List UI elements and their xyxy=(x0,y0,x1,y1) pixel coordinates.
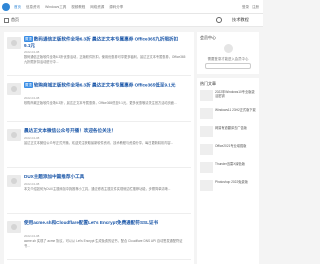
tech-tutorial-menu[interactable]: 技术教程 xyxy=(232,17,249,23)
hot-article-item[interactable]: Photoshop 2022免费版 xyxy=(200,180,256,194)
nav-item-home[interactable]: 首页 xyxy=(14,5,21,10)
nav-item-windows-tools[interactable]: Windows工具 xyxy=(45,5,66,10)
hot-article-item[interactable]: Office2021专业增强版 xyxy=(200,144,256,158)
panel-title: 会员中心 xyxy=(200,35,216,40)
login-panel: 会员中心 需要登录才能进入会员中心 xyxy=(197,32,259,74)
login-button[interactable] xyxy=(205,63,251,69)
hot-article-thumbnail[interactable] xyxy=(200,126,213,137)
article-thumbnail[interactable] xyxy=(7,221,21,233)
home-link[interactable]: 首页 xyxy=(11,17,19,23)
article-title[interactable]: 使用acme.sh和Cloudflare配置Let's Encrypt免费通配符… xyxy=(24,220,184,226)
sticky-tag: 置顶 xyxy=(24,36,33,43)
article-item[interactable]: DUX主题添加中篇推荐小工具 2022-04-08 本文介绍如何为DUX主题添加… xyxy=(7,172,191,214)
user-links: 登录 注册 xyxy=(242,0,259,14)
article-thumbnail[interactable] xyxy=(7,129,21,141)
article-date: 2022-04-08 xyxy=(24,234,40,238)
nav-item-news[interactable]: 信息资讯 xyxy=(26,5,40,10)
hot-article-title[interactable]: 2022年Windows10专业版激活密钥 xyxy=(215,90,256,98)
login-link[interactable]: 登录 xyxy=(242,5,249,10)
article-thumbnail[interactable] xyxy=(7,37,21,49)
hot-article-thumbnail[interactable] xyxy=(200,144,213,155)
article-item[interactable]: 晨达正文本微信公众号开播！欢迎各位关注！ 2022-04-08 晨达正文本微信公… xyxy=(7,126,191,168)
hot-article-thumbnail[interactable] xyxy=(200,162,213,173)
article-item[interactable]: 置顶 数码通信正版软件全场6.3折 晨达正文本专属惠券 Office365九折限折… xyxy=(7,34,191,76)
sticky-tag: 置顶 xyxy=(24,82,33,89)
article-excerpt: acme.sh 实现了 acme 协议，可以从 Let's Encrypt 生成… xyxy=(24,239,183,248)
article-title[interactable]: 置顶 数码通信正版软件全场6.3折 晨达正文本专属惠券 Office365九折限折… xyxy=(24,36,184,49)
hot-article-item[interactable]: Windows11 23H2正式版下载 xyxy=(200,108,256,122)
nav-item-source[interactable]: 源码分享 xyxy=(109,5,123,10)
article-thumbnail[interactable] xyxy=(7,83,21,95)
page-root: 首页 信息资讯 Windows工具 视频教程 网络资源 源码分享 登录 注册 首… xyxy=(0,0,263,264)
main-nav: 首页 信息资讯 Windows工具 视频教程 网络资源 源码分享 xyxy=(14,0,123,14)
article-excerpt: 本文介绍如何为DUX主题添加中篇推荐小工具，通过修改主题文件实现侧边栏推荐功能，… xyxy=(24,187,171,191)
hot-article-title[interactable]: Photoshop 2022免费版 xyxy=(215,180,256,184)
site-logo[interactable] xyxy=(2,3,10,11)
article-date: 2022-04-08 xyxy=(24,136,40,140)
article-title[interactable]: 晨达正文本微信公众号开播！欢迎各位关注！ xyxy=(24,128,184,134)
hot-article-thumbnail[interactable] xyxy=(200,180,213,191)
hot-article-thumbnail[interactable] xyxy=(200,108,213,119)
panel-title: 热门文章 xyxy=(200,81,216,86)
hot-article-title[interactable]: Thunder迅雷X绿色版 xyxy=(215,162,256,166)
top-bar: 首页 信息资讯 Windows工具 视频教程 网络资源 源码分享 登录 注册 xyxy=(0,0,263,14)
article-date: 2022-04-08 xyxy=(24,182,40,186)
hot-article-title[interactable]: Windows11 23H2正式版下载 xyxy=(215,108,256,112)
search-icon[interactable] xyxy=(216,17,222,23)
article-item[interactable]: 使用acme.sh和Cloudflare配置Let's Encrypt免费通配符… xyxy=(7,218,191,260)
article-title[interactable]: 置顶 软购商城正版软件全场6.3折 晨达正文本专属惠券 Office365低至9.… xyxy=(24,82,184,89)
hot-articles-panel: 热门文章 2022年Windows10专业版激活密钥 Windows11 23H… xyxy=(197,78,259,264)
nav-item-video[interactable]: 视频教程 xyxy=(71,5,85,10)
user-avatar-icon xyxy=(224,44,233,53)
secondary-bar: 首页 技术教程 xyxy=(0,14,263,27)
article-excerpt: 数码通信正版软件全场6.3折优惠活动，正版软件折扣，使用优惠券可享更多福利，晨达… xyxy=(24,55,186,64)
article-excerpt: 晨达正文本微信公众号正式开播，欢迎关注获取最新软件资讯、技术教程与资源分享，每日… xyxy=(24,141,174,145)
article-title-text[interactable]: 数码通信正版软件全场6.3折 晨达正文本专属惠券 Office365九折限折扣9… xyxy=(24,36,178,47)
article-item[interactable]: 置顶 软购商城正版软件全场6.3折 晨达正文本专属惠券 Office365低至9.… xyxy=(7,80,191,122)
article-list: 置顶 数码通信正版软件全场6.3折 晨达正文本专属惠券 Office365九折限折… xyxy=(4,32,194,264)
article-excerpt: 软购商城正版软件全场6.3折，晨达正文本专属惠券，Office365低至9.1元… xyxy=(24,101,177,105)
article-thumbnail[interactable] xyxy=(7,175,21,187)
article-title[interactable]: DUX主题添加中篇推荐小工具 xyxy=(24,174,184,180)
login-prompt: 需要登录才能进入会员中心 xyxy=(207,57,249,61)
hot-article-thumbnail[interactable] xyxy=(200,90,213,101)
article-date: 2022-04-08 xyxy=(24,96,40,100)
hot-article-title[interactable]: 网易有道翻译去广告版 xyxy=(215,126,256,130)
hot-article-item[interactable]: Thunder迅雷X绿色版 xyxy=(200,162,256,176)
sidebar: 会员中心 需要登录才能进入会员中心 热门文章 2022年Windows10专业版… xyxy=(197,32,259,264)
nav-item-resources[interactable]: 网络资源 xyxy=(90,5,104,10)
register-link[interactable]: 注册 xyxy=(252,5,259,10)
article-date: 2022-04-08 xyxy=(24,50,40,54)
hot-article-item[interactable]: 网易有道翻译去广告版 xyxy=(200,126,256,140)
home-icon[interactable] xyxy=(4,18,9,23)
article-title-text[interactable]: 软购商城正版软件全场6.3折 晨达正文本专属惠券 Office365低至9.1元 xyxy=(34,82,176,87)
hot-article-title[interactable]: Office2021专业增强版 xyxy=(215,144,256,148)
hot-article-item[interactable]: 2022年Windows10专业版激活密钥 xyxy=(200,90,256,104)
